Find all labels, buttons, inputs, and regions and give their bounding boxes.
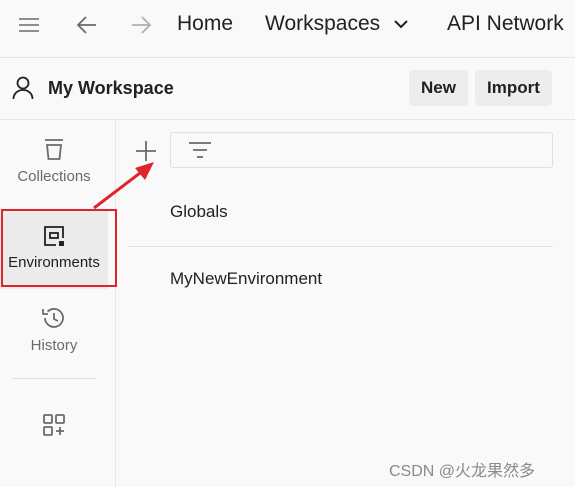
user-icon bbox=[12, 76, 34, 100]
sidebar-rail: Collections Environments History bbox=[0, 121, 116, 487]
filter-icon bbox=[189, 142, 211, 158]
sidebar-item-history[interactable]: History bbox=[0, 295, 108, 373]
trash-can-icon bbox=[45, 139, 63, 160]
sidebar-item-label: History bbox=[30, 337, 78, 354]
list-item-mynewenvironment[interactable]: MyNewEnvironment bbox=[128, 247, 553, 313]
hamburger-icon[interactable] bbox=[11, 10, 47, 40]
rail-divider bbox=[12, 378, 96, 379]
list-item-globals[interactable]: Globals bbox=[128, 180, 553, 246]
chevron-down-icon bbox=[394, 20, 408, 29]
highlight-box bbox=[1, 209, 117, 287]
workspace-title: My Workspace bbox=[48, 78, 174, 98]
import-button[interactable]: Import bbox=[475, 70, 552, 106]
arrow-left-icon[interactable] bbox=[69, 10, 105, 40]
plus-icon bbox=[136, 141, 156, 161]
add-environment-button[interactable] bbox=[132, 137, 160, 165]
workspaces-label: Workspaces bbox=[265, 12, 381, 35]
filter-input[interactable] bbox=[170, 132, 553, 168]
sidebar-item-label: Collections bbox=[17, 168, 91, 185]
top-nav-bar: Home Workspaces API Network bbox=[0, 0, 575, 58]
environment-name: Globals bbox=[170, 202, 228, 221]
history-icon bbox=[42, 308, 64, 328]
workspaces-menu[interactable]: Workspaces bbox=[265, 11, 408, 37]
apps-add-icon[interactable] bbox=[42, 413, 66, 437]
workspace-header: My Workspace New Import bbox=[0, 59, 575, 120]
api-network-link[interactable]: API Network bbox=[447, 11, 564, 37]
watermark: CSDN @火龙果然多 bbox=[389, 463, 536, 480]
home-link[interactable]: Home bbox=[177, 11, 233, 37]
environment-name: MyNewEnvironment bbox=[170, 269, 323, 288]
new-button[interactable]: New bbox=[409, 70, 468, 106]
sidebar-item-collections[interactable]: Collections bbox=[0, 131, 108, 209]
arrow-right-icon[interactable] bbox=[123, 10, 159, 40]
